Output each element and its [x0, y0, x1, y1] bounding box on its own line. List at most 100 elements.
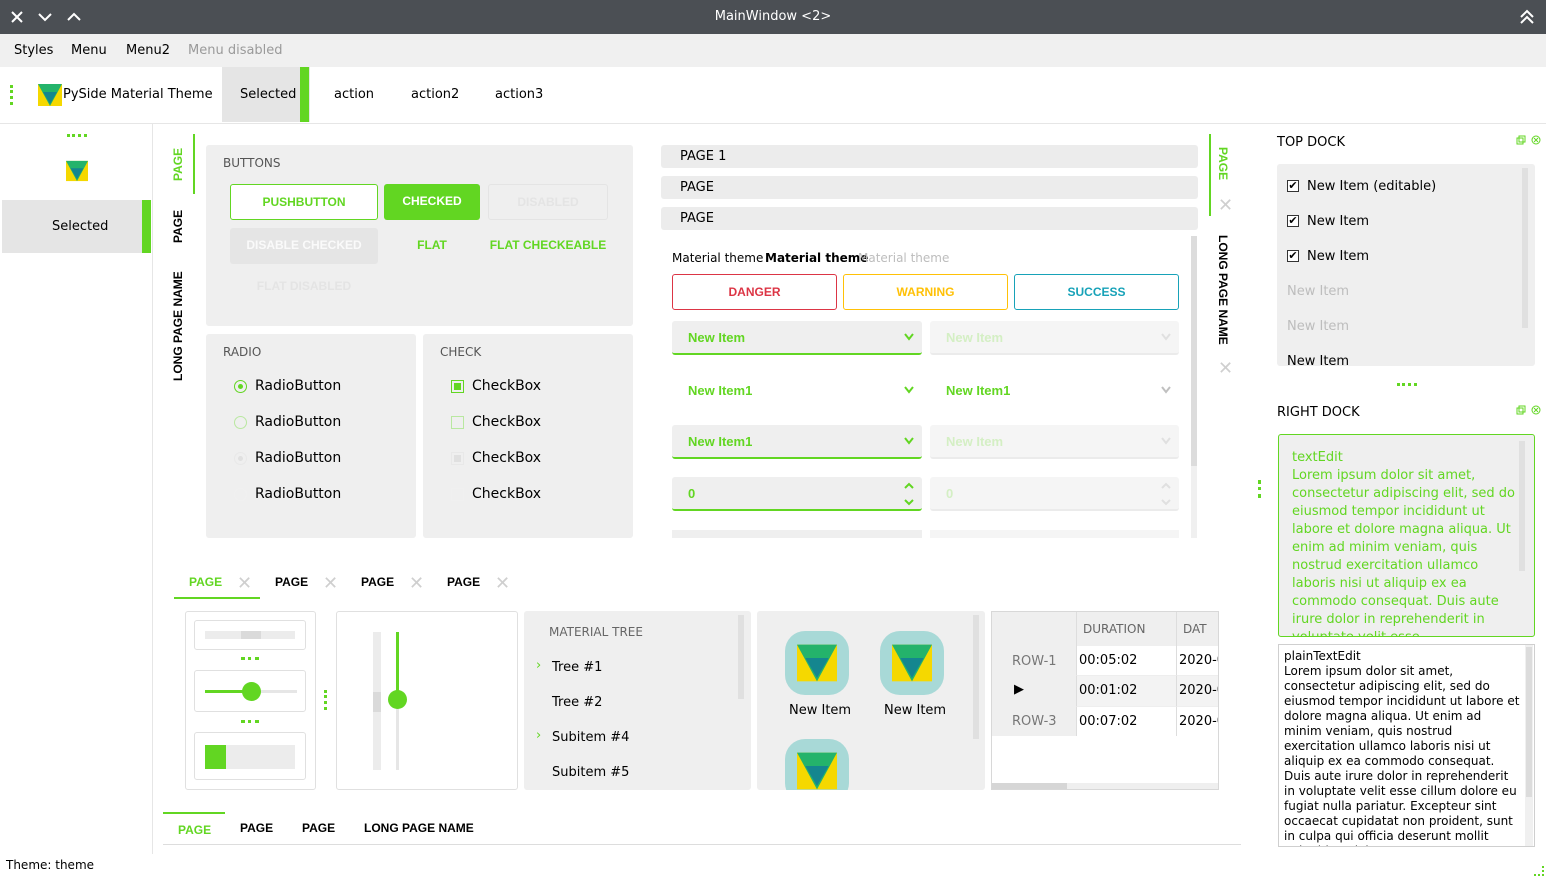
- close-tab-icon[interactable]: ✕: [1218, 360, 1233, 378]
- close-tab-icon[interactable]: ✕: [1218, 197, 1233, 215]
- text-edit[interactable]: textEdit Lorem ipsum dolor sit amet, con…: [1278, 434, 1535, 637]
- menu-bar: Styles Menu Menu2 Menu disabled: [0, 34, 1546, 67]
- table-cell[interactable]: 00:07:02: [1076, 706, 1176, 736]
- toolbar-handle[interactable]: [10, 85, 13, 105]
- tree-item[interactable]: Tree #1: [552, 660, 602, 675]
- close-icon[interactable]: [1531, 405, 1541, 415]
- vtab-page-1[interactable]: PAGE: [171, 148, 185, 181]
- icon-list: New Item New Item: [757, 611, 985, 790]
- tab-page-4[interactable]: PAGE: [447, 575, 480, 589]
- menu-disabled: Menu disabled: [188, 43, 283, 58]
- tab-south-long-page-name[interactable]: LONG PAGE NAME: [364, 821, 474, 835]
- checked-button[interactable]: CHECKED: [384, 184, 480, 220]
- scrollbar[interactable]: [1519, 441, 1525, 571]
- danger-button[interactable]: DANGER: [672, 274, 837, 310]
- list-item[interactable]: New Item: [1307, 214, 1369, 229]
- vtab-long-page-name[interactable]: LONG PAGE NAME: [171, 271, 185, 381]
- checkbox[interactable]: [451, 416, 464, 429]
- vtab-page-2[interactable]: PAGE: [171, 210, 185, 243]
- scrollbar[interactable]: [973, 615, 979, 739]
- vtab-right-long-page-name[interactable]: LONG PAGE NAME: [1216, 235, 1230, 345]
- list-item[interactable]: New Item: [1307, 249, 1369, 264]
- list-item[interactable]: New Item: [1287, 354, 1349, 366]
- combo-box-1[interactable]: New Item: [672, 321, 922, 355]
- size-grip[interactable]: [1534, 866, 1544, 876]
- radio-button[interactable]: [234, 416, 247, 429]
- table-cell[interactable]: 00:01:02: [1076, 676, 1176, 706]
- close-tab-icon[interactable]: ✕: [323, 575, 338, 593]
- menu-menu[interactable]: Menu: [71, 43, 107, 58]
- tab-south-page-3[interactable]: PAGE: [302, 821, 335, 835]
- menu-styles[interactable]: Styles: [14, 43, 53, 58]
- dock-splitter-handle[interactable]: [1258, 480, 1261, 498]
- pushbutton[interactable]: PUSHBUTTON: [230, 184, 378, 220]
- checkbox-checked[interactable]: [451, 380, 464, 393]
- tree-item[interactable]: Subitem #5: [552, 765, 629, 780]
- tree-item[interactable]: Subitem #4: [552, 730, 629, 745]
- combo-box-3[interactable]: New Item1: [672, 374, 922, 408]
- row-header-current[interactable]: ▶: [992, 676, 1076, 706]
- tab-page-2[interactable]: PAGE: [275, 575, 308, 589]
- action2-button[interactable]: action2: [411, 87, 459, 102]
- toolbar-selected-button[interactable]: Selected: [222, 67, 310, 122]
- close-tab-icon[interactable]: ✕: [409, 575, 424, 593]
- spin-arrows-icon[interactable]: [904, 481, 914, 507]
- item-checkbox[interactable]: ✔: [1287, 180, 1299, 192]
- slider-handle[interactable]: [242, 682, 261, 701]
- left-selected-button[interactable]: Selected: [2, 200, 151, 253]
- item-checkbox[interactable]: ✔: [1287, 250, 1299, 262]
- left-selected-label: Selected: [52, 219, 109, 234]
- list-item-icon[interactable]: [785, 631, 849, 695]
- table-cell[interactable]: 2020-0: [1176, 706, 1218, 736]
- close-tab-icon[interactable]: ✕: [495, 575, 510, 593]
- action-button[interactable]: action: [334, 87, 374, 102]
- list-item[interactable]: New Item (editable): [1307, 179, 1436, 194]
- left-panel-handle[interactable]: [67, 134, 87, 137]
- toolbox-page-3[interactable]: PAGE: [661, 207, 1198, 230]
- combo-box-5[interactable]: New Item1: [672, 425, 922, 459]
- row-header[interactable]: ROW-1: [992, 646, 1076, 676]
- flat-checkeable-button[interactable]: FLAT CHECKEABLE: [482, 228, 614, 264]
- column-header-duration[interactable]: DURATION: [1076, 612, 1176, 646]
- expand-icon[interactable]: ›: [536, 728, 541, 743]
- check-caption: CHECK: [440, 345, 482, 359]
- spin-box[interactable]: 0: [672, 477, 922, 511]
- scrollbar[interactable]: [1525, 645, 1533, 846]
- float-icon[interactable]: [1516, 135, 1526, 145]
- table-cell[interactable]: 2020-0: [1176, 676, 1218, 706]
- tab-south-page-2[interactable]: PAGE: [240, 821, 273, 835]
- scrollbar[interactable]: [1522, 168, 1528, 328]
- tree-item[interactable]: Tree #2: [552, 695, 602, 710]
- list-item-icon[interactable]: [785, 739, 849, 790]
- table-cell[interactable]: 2020-0: [1176, 646, 1218, 676]
- scrollbar[interactable]: [1191, 236, 1197, 538]
- combo-box-4[interactable]: New Item1: [930, 374, 1179, 408]
- scrollbar[interactable]: [738, 615, 744, 699]
- action3-button[interactable]: action3: [495, 87, 543, 102]
- toolbox-page-2[interactable]: PAGE: [661, 176, 1198, 199]
- shade-icon[interactable]: [1517, 7, 1537, 27]
- toolbox-page-1[interactable]: PAGE 1: [661, 145, 1198, 168]
- item-checkbox[interactable]: ✔: [1287, 215, 1299, 227]
- list-item-icon[interactable]: [880, 631, 944, 695]
- float-icon[interactable]: [1516, 405, 1526, 415]
- table-cell[interactable]: 00:05:02: [1076, 646, 1176, 676]
- column-header-date[interactable]: DAT: [1176, 612, 1218, 646]
- menu-menu2[interactable]: Menu2: [126, 43, 170, 58]
- tab-page-3[interactable]: PAGE: [361, 575, 394, 589]
- tab-page-1[interactable]: PAGE: [189, 575, 222, 589]
- warning-button[interactable]: WARNING: [843, 274, 1008, 310]
- row-header[interactable]: ROW-3: [992, 706, 1076, 736]
- scrollbar[interactable]: [992, 783, 1218, 789]
- expand-icon[interactable]: ›: [536, 658, 541, 673]
- vertical-slider-handle[interactable]: [388, 690, 407, 709]
- vtab-right-page[interactable]: PAGE: [1216, 147, 1230, 180]
- close-icon[interactable]: [1531, 135, 1541, 145]
- close-tab-icon[interactable]: ✕: [237, 575, 252, 593]
- plain-text-edit[interactable]: plainTextEdit Lorem ipsum dolor sit amet…: [1278, 644, 1535, 847]
- radio-button-checked[interactable]: [234, 380, 247, 393]
- success-button[interactable]: SUCCESS: [1014, 274, 1179, 310]
- tab-south-page-1[interactable]: PAGE: [178, 823, 211, 837]
- horizontal-slider[interactable]: [194, 670, 306, 712]
- flat-button[interactable]: FLAT: [398, 228, 466, 264]
